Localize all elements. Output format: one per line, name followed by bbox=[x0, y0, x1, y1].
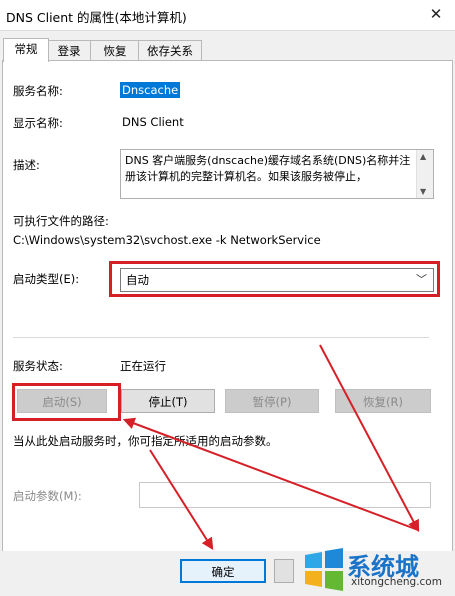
tab-recovery[interactable]: 恢复 bbox=[90, 40, 140, 61]
stop-button[interactable]: 停止(T) bbox=[121, 389, 215, 413]
hint-text: 当从此处启动服务时，你可指定所适用的启动参数。 bbox=[13, 434, 278, 448]
description-scrollbar[interactable]: ▲ ▼ bbox=[416, 150, 433, 198]
service-name-label: 服务名称: bbox=[13, 84, 63, 98]
service-name-value: Dnscache bbox=[120, 82, 181, 98]
annotation-box-startup bbox=[109, 261, 440, 297]
tab-logon[interactable]: 登录 bbox=[46, 40, 92, 61]
ok-button[interactable]: 确定 bbox=[180, 559, 266, 583]
divider bbox=[13, 337, 429, 338]
start-params-input[interactable] bbox=[139, 482, 431, 508]
description-label: 描述: bbox=[13, 158, 40, 172]
startup-type-label: 启动类型(E): bbox=[13, 272, 80, 286]
window-title: DNS Client 的属性(本地计算机) bbox=[6, 10, 187, 25]
cancel-button-partial[interactable] bbox=[274, 559, 294, 583]
service-status-label: 服务状态: bbox=[13, 359, 63, 373]
tab-label: 常规 bbox=[14, 42, 38, 56]
general-panel: 服务名称: Dnscache 显示名称: DNS Client 描述: DNS … bbox=[2, 60, 453, 552]
close-icon[interactable]: ✕ bbox=[425, 4, 447, 24]
title-bar: DNS Client 的属性(本地计算机) ✕ bbox=[0, 0, 455, 31]
exe-path-label: 可执行文件的路径: bbox=[13, 214, 109, 228]
windows-logo-icon bbox=[305, 548, 343, 591]
service-status-value: 正在运行 bbox=[120, 359, 166, 373]
description-box[interactable]: DNS 客户端服务(dnscache)缓存域名系统(DNS)名称并注册该计算机的… bbox=[120, 149, 434, 199]
pause-button[interactable]: 暂停(P) bbox=[225, 389, 319, 413]
resume-button[interactable]: 恢复(R) bbox=[335, 389, 431, 413]
chevron-up-icon[interactable]: ▲ bbox=[420, 152, 426, 161]
tab-general[interactable]: 常规 bbox=[3, 38, 49, 62]
tab-label: 依存关系 bbox=[147, 44, 193, 58]
description-text: DNS 客户端服务(dnscache)缓存域名系统(DNS)名称并注册该计算机的… bbox=[125, 154, 411, 183]
chevron-down-icon[interactable]: ▼ bbox=[420, 187, 426, 196]
tab-label: 登录 bbox=[57, 44, 81, 58]
exe-path-value: C:\Windows\system32\svchost.exe -k Netwo… bbox=[13, 233, 321, 247]
tab-dependencies[interactable]: 依存关系 bbox=[138, 40, 202, 61]
display-name-label: 显示名称: bbox=[13, 116, 63, 130]
annotation-box-start bbox=[12, 383, 121, 421]
display-name-value: DNS Client bbox=[122, 115, 184, 129]
watermark-logo: 系统城 xitongcheng.com bbox=[301, 547, 451, 593]
start-params-label: 启动参数(M): bbox=[13, 489, 82, 503]
tab-label: 恢复 bbox=[103, 44, 127, 58]
watermark-url: xitongcheng.com bbox=[351, 576, 442, 588]
button-bar: 确定 系统城 xitongcheng.com bbox=[0, 548, 455, 595]
